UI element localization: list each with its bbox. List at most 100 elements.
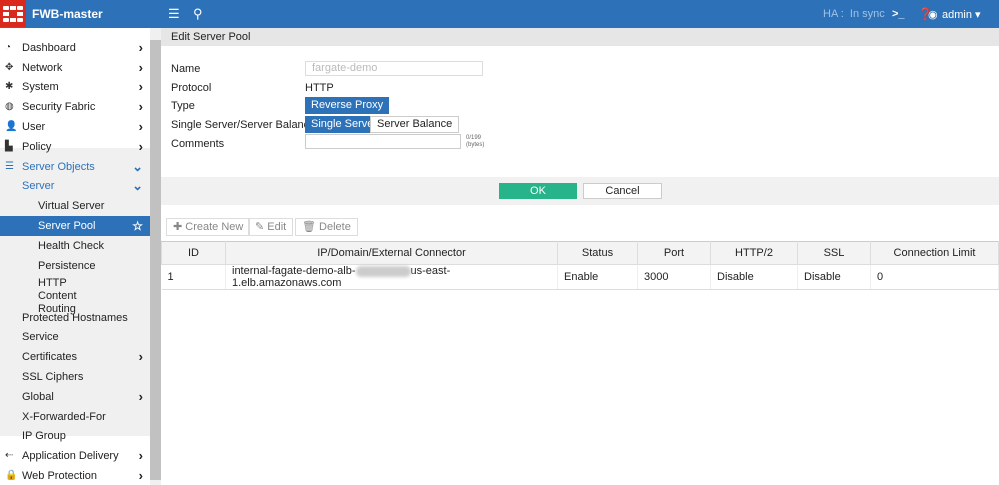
delete-button[interactable]: 🗑 Delete <box>295 218 358 236</box>
chevron-down-icon: ⌄ <box>132 178 143 193</box>
column-header[interactable]: IP/Domain/External Connector <box>225 241 558 265</box>
sidebar-scroll-thumb[interactable] <box>150 40 161 480</box>
sidebar-item-virtual-server[interactable]: Virtual Server <box>0 196 150 216</box>
page-title: Edit Server Pool <box>161 28 999 46</box>
sidebar-item-security-fabric[interactable]: ◍ Security Fabric › <box>0 97 150 117</box>
chevron-right-icon: › <box>138 389 143 404</box>
search-icon[interactable]: ⚲ <box>193 6 203 22</box>
sidebar-item-dashboard[interactable]: ◔ Dashboard › <box>0 38 150 58</box>
column-header[interactable]: Connection Limit <box>870 241 999 265</box>
balance-label: Single Server/Server Balance <box>171 119 316 131</box>
sidebar-item-label: Certificates <box>22 351 78 363</box>
name-input[interactable]: fargate-demo <box>305 61 483 76</box>
cell-host: internal-fagate-demo-alb-us-east-1.elb.a… <box>225 264 558 290</box>
name-label: Name <box>171 63 201 75</box>
application-delivery-icon: ⇠ <box>5 450 14 461</box>
cancel-button[interactable]: Cancel <box>583 183 662 199</box>
chevron-down-icon: ⌄ <box>132 159 143 174</box>
sidebar-item-system[interactable]: ✱ System › <box>0 77 150 97</box>
sidebar-item-ssl-ciphers[interactable]: SSL Ciphers <box>0 367 150 387</box>
table-row[interactable]: 1 internal-fagate-demo-alb-us-east-1.elb… <box>161 264 999 290</box>
create-new-button[interactable]: ✚ Create New <box>166 218 251 236</box>
sidebar-item-service[interactable]: Service <box>0 327 150 347</box>
chevron-right-icon: › <box>138 448 143 463</box>
sidebar-item-global[interactable]: Global › <box>0 387 150 407</box>
server-objects-icon: ☰ <box>5 161 14 172</box>
network-icon: ✥ <box>5 62 14 73</box>
column-header[interactable]: Status <box>557 241 638 265</box>
sidebar-item-web-protection[interactable]: 🔒 Web Protection › <box>0 466 150 485</box>
main-content: Edit Server Pool Name fargate-demo Proto… <box>161 28 999 485</box>
redacted-blur <box>355 265 411 277</box>
edit-button[interactable]: ✎ Edit <box>248 218 294 236</box>
sidebar-item-label: Global <box>22 391 54 403</box>
chevron-right-icon: › <box>138 119 143 134</box>
sidebar-item-label: Protected Hostnames <box>22 312 128 324</box>
policy-icon: ▙ <box>5 141 13 152</box>
comments-textarea[interactable] <box>305 134 461 149</box>
sidebar-item-server-pool[interactable]: Server Pool ☆ <box>0 216 150 236</box>
star-icon[interactable]: ☆ <box>132 216 143 236</box>
sidebar-item-label: Dashboard <box>22 42 76 54</box>
sidebar-item-label: Application Delivery <box>22 450 119 462</box>
ok-button[interactable]: OK <box>499 183 577 199</box>
ha-status: HA : In sync <box>823 8 885 20</box>
sidebar-item-label: Server <box>22 180 55 192</box>
sidebar-item-user[interactable]: 👤 User › <box>0 117 150 137</box>
fortinet-logo-icon <box>0 0 26 27</box>
cli-console-icon[interactable]: >_ <box>892 8 905 20</box>
chevron-right-icon: › <box>138 349 143 364</box>
sidebar-item-label: Security Fabric <box>22 101 96 113</box>
sidebar-item-server[interactable]: Server ⌄ <box>0 176 150 196</box>
type-reverse-proxy-button[interactable]: Reverse Proxy <box>305 97 390 114</box>
cell-ssl: Disable <box>797 264 871 290</box>
sidebar-item-health-check[interactable]: Health Check <box>0 236 150 256</box>
menu-icon[interactable]: ☰ <box>168 6 180 22</box>
security-fabric-icon: ◍ <box>5 101 14 112</box>
chevron-right-icon: › <box>138 79 143 94</box>
form-actions: OK Cancel <box>161 177 999 205</box>
server-pool-table: ID IP/Domain/External Connector Status P… <box>161 241 999 290</box>
chevron-right-icon: › <box>138 99 143 114</box>
column-header[interactable]: ID <box>161 241 226 265</box>
sidebar-item-label: X-Forwarded-For <box>22 411 106 423</box>
cell-http2: Disable <box>710 264 798 290</box>
sidebar-item-label: Policy <box>22 141 52 153</box>
sidebar-item-http-content-routing[interactable]: HTTP Content Routing <box>0 275 150 315</box>
sidebar-item-x-forwarded-for[interactable]: X-Forwarded-For <box>0 407 150 427</box>
sidebar-item-label: Web Protection <box>22 470 98 482</box>
sidebar-item-network[interactable]: ✥ Network › <box>0 58 150 78</box>
column-header[interactable]: HTTP/2 <box>710 241 798 265</box>
sidebar-item-ip-group[interactable]: IP Group <box>0 426 150 446</box>
server-balance-button[interactable]: Server Balance <box>370 116 460 133</box>
column-header[interactable]: SSL <box>797 241 871 265</box>
sidebar-item-label: Persistence <box>38 260 96 272</box>
sidebar-item-label: Server Pool <box>38 220 96 232</box>
sidebar-item-persistence[interactable]: Persistence <box>0 256 150 276</box>
sidebar-item-label: IP Group <box>22 430 66 442</box>
gear-icon: ✱ <box>5 81 14 92</box>
protocol-label: Protocol <box>171 82 212 94</box>
sidebar: ◔ Dashboard › ✥ Network › ✱ System › ◍ Security Fa… <box>0 28 150 485</box>
sidebar-item-label: Health Check <box>38 240 105 252</box>
comments-counter: 0/199 (bytes) <box>466 135 485 148</box>
sidebar-item-label: Service <box>22 331 59 343</box>
cell-id: 1 <box>161 264 226 290</box>
sidebar-item-protected-hostnames[interactable]: Protected Hostnames <box>0 308 150 328</box>
type-label: Type <box>171 100 195 112</box>
brand-title: FWB-master <box>32 7 103 21</box>
sidebar-item-label: Virtual Server <box>38 200 105 212</box>
sidebar-item-policy[interactable]: ▙ Policy › <box>0 137 150 157</box>
sidebar-item-label: User <box>22 121 46 133</box>
chevron-right-icon: › <box>138 468 143 483</box>
table-header: ID IP/Domain/External Connector Status P… <box>161 241 999 265</box>
sidebar-item-certificates[interactable]: Certificates › <box>0 347 150 367</box>
column-header[interactable]: Port <box>637 241 711 265</box>
sidebar-item-label: SSL Ciphers <box>22 371 84 383</box>
cell-port: 3000 <box>637 264 711 290</box>
admin-menu[interactable]: ◉ admin ▾ <box>928 8 981 21</box>
cell-limit: 0 <box>870 264 999 290</box>
cell-status: Enable <box>557 264 638 290</box>
sidebar-item-server-objects[interactable]: ☰ Server Objects ⌄ <box>0 157 150 177</box>
sidebar-item-application-delivery[interactable]: ⇠ Application Delivery › <box>0 446 150 466</box>
